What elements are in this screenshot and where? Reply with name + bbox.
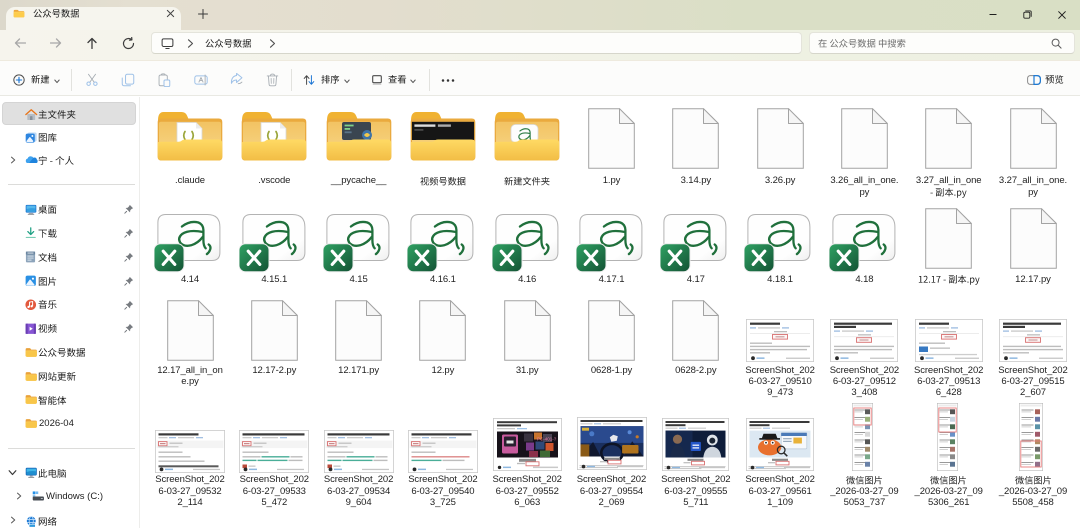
svg-text:PC-401-?: PC-401-? [537, 437, 557, 442]
